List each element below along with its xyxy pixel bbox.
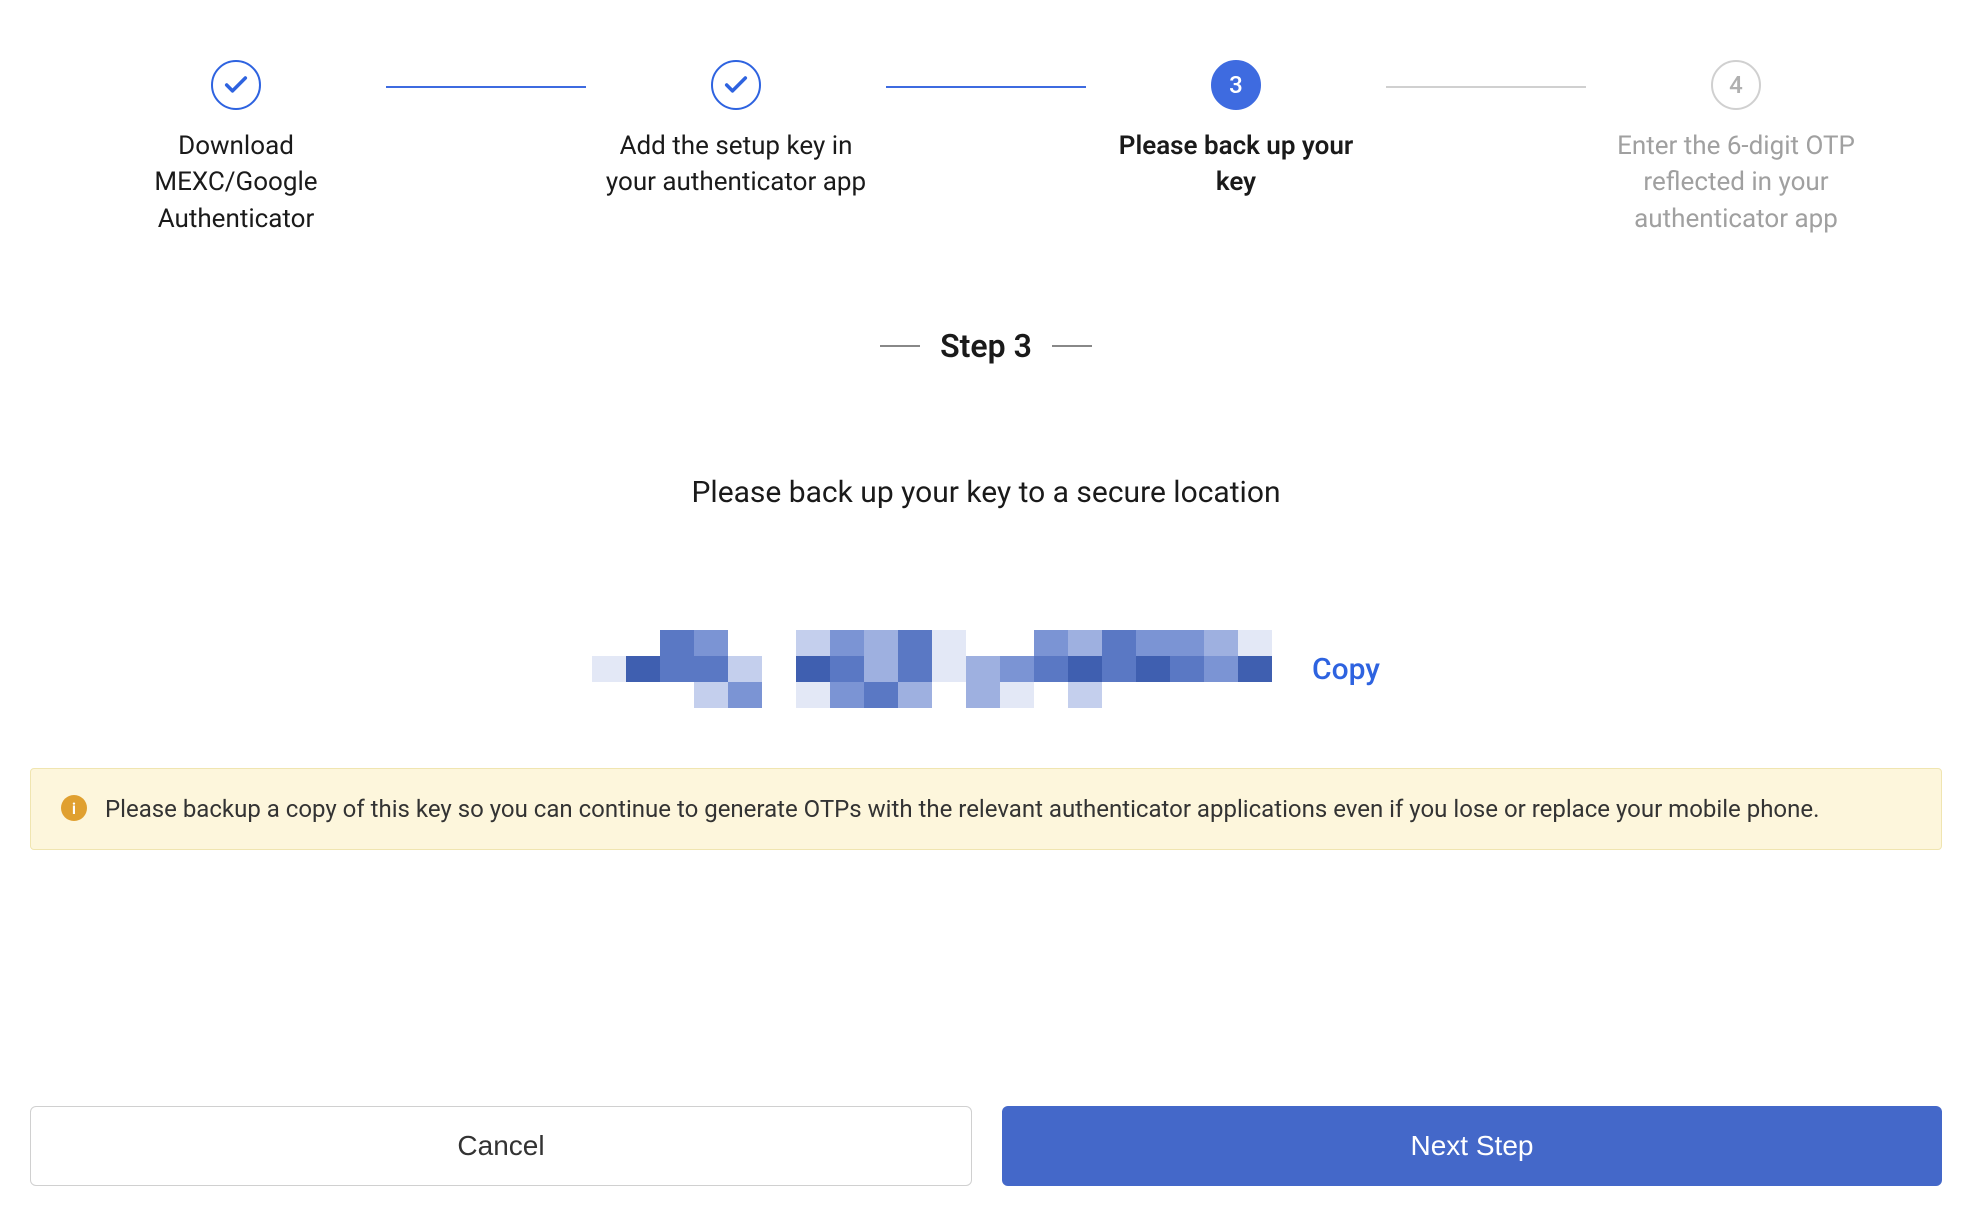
step-3-label: Please back up your key: [1096, 128, 1376, 201]
step-heading: Step 3: [940, 327, 1032, 365]
step-1: Download MEXC/Google Authenticator: [86, 60, 386, 237]
step-3: 3 Please back up your key: [1086, 60, 1386, 201]
step-3-circle: 3: [1211, 60, 1261, 110]
check-icon: [722, 71, 750, 99]
step-2: Add the setup key in your authenticator …: [586, 60, 886, 201]
warning-text: Please backup a copy of this key so you …: [105, 791, 1819, 827]
next-step-button[interactable]: Next Step: [1002, 1106, 1942, 1186]
copy-button[interactable]: Copy: [1312, 652, 1380, 687]
step-4-circle: 4: [1711, 60, 1761, 110]
step-connector-1: [386, 86, 586, 88]
step-4: 4 Enter the 6-digit OTP reflected in you…: [1586, 60, 1886, 237]
instruction-text: Please back up your key to a secure loca…: [30, 475, 1942, 510]
check-icon: [222, 71, 250, 99]
heading-line-left: [880, 345, 920, 347]
step-heading-wrap: Step 3: [30, 327, 1942, 365]
step-connector-2: [886, 86, 1086, 88]
cancel-button[interactable]: Cancel: [30, 1106, 972, 1186]
info-icon: i: [61, 795, 87, 821]
secret-key-blurred: [592, 630, 1272, 708]
stepper: Download MEXC/Google Authenticator Add t…: [30, 60, 1942, 237]
step-1-label: Download MEXC/Google Authenticator: [96, 128, 376, 237]
step-2-label: Add the setup key in your authenticator …: [596, 128, 876, 201]
heading-line-right: [1052, 345, 1092, 347]
step-connector-3: [1386, 86, 1586, 88]
button-row: Cancel Next Step: [30, 1106, 1942, 1186]
key-row: Copy: [30, 630, 1942, 708]
step-1-circle: [211, 60, 261, 110]
warning-banner: i Please backup a copy of this key so yo…: [30, 768, 1942, 850]
step-4-label: Enter the 6-digit OTP reflected in your …: [1596, 128, 1876, 237]
step-2-circle: [711, 60, 761, 110]
